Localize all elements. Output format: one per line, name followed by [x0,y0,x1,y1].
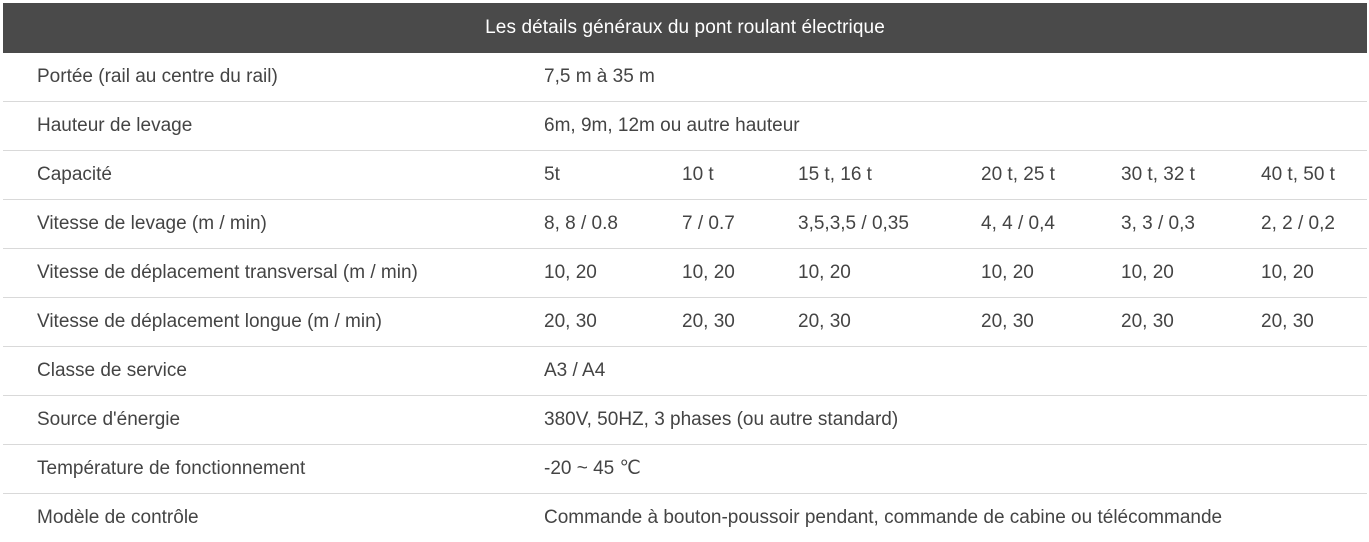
row-cell: 30 t, 32 t [1121,164,1195,185]
row-cell: 20, 30 [981,311,1034,332]
row-value: Commande à bouton-poussoir pendant, comm… [544,507,1223,528]
row-cell: 20, 30 [544,311,597,332]
row-label: Vitesse de levage (m / min) [37,213,267,234]
row-value: 7,5 m à 35 m [544,66,655,87]
row-cell: 10, 20 [1121,262,1174,283]
row-cell: 10, 20 [798,262,851,283]
row-label: Vitesse de déplacement transversal (m / … [37,262,418,283]
row-cell: 40 t, 50 t [1261,164,1335,185]
table-title: Les détails généraux du pont roulant éle… [3,3,1367,53]
row-cell: 10, 20 [682,262,735,283]
row-cell: 2, 2 / 0,2 [1261,213,1335,234]
row-cell: 20, 30 [798,311,851,332]
row-label: Portée (rail au centre du rail) [37,66,278,87]
row-label: Modèle de contrôle [37,507,199,528]
row-label: Hauteur de levage [37,115,193,136]
row-cell: 3, 3 / 0,3 [1121,213,1195,234]
row-cell: 4, 4 / 0,4 [981,213,1055,234]
table-row-source: Source d'énergie 380V, 50HZ, 3 phases (o… [3,396,1367,445]
row-cell: 10, 20 [544,262,597,283]
row-cell: 3,5,3,5 / 0,35 [798,213,909,234]
row-label: Source d'énergie [37,409,181,430]
row-cell: 10, 20 [1261,262,1314,283]
row-label: Vitesse de déplacement longue (m / min) [37,311,382,332]
row-cell: 5t [544,164,560,185]
table-row-vitesse-longue: Vitesse de déplacement longue (m / min) … [3,298,1367,347]
specifications-table: Les détails généraux du pont roulant éle… [3,3,1367,542]
row-cell: 20, 30 [1121,311,1174,332]
row-cell: 10, 20 [981,262,1034,283]
table-row-modele: Modèle de contrôle Commande à bouton-pou… [3,494,1367,542]
table-row-temperature: Température de fonctionnement -20 ~ 45 ℃ [3,445,1367,494]
row-value: A3 / A4 [544,360,606,381]
table-row-vitesse-transversal: Vitesse de déplacement transversal (m / … [3,249,1367,298]
row-label: Classe de service [37,360,187,381]
row-cell: 7 / 0.7 [682,213,735,234]
row-label: Température de fonctionnement [37,458,306,479]
row-value: 380V, 50HZ, 3 phases (ou autre standard) [544,409,899,430]
table-row-portee: Portée (rail au centre du rail) 7,5 m à … [3,53,1367,102]
row-cell: 10 t [682,164,714,185]
row-label: Capacité [37,164,112,185]
row-value: -20 ~ 45 ℃ [544,458,641,479]
row-value: 6m, 9m, 12m ou autre hauteur [544,115,800,136]
table-row-classe: Classe de service A3 / A4 [3,347,1367,396]
row-cell: 20, 30 [1261,311,1314,332]
row-cell: 20, 30 [682,311,735,332]
row-cell: 20 t, 25 t [981,164,1055,185]
table-row-vitesse-levage: Vitesse de levage (m / min) 8, 8 / 0.8 7… [3,200,1367,249]
table-row-hauteur: Hauteur de levage 6m, 9m, 12m ou autre h… [3,102,1367,151]
row-cell: 8, 8 / 0.8 [544,213,618,234]
row-cell: 15 t, 16 t [798,164,872,185]
table-row-capacite: Capacité 5t 10 t 15 t, 16 t 20 t, 25 t 3… [3,151,1367,200]
